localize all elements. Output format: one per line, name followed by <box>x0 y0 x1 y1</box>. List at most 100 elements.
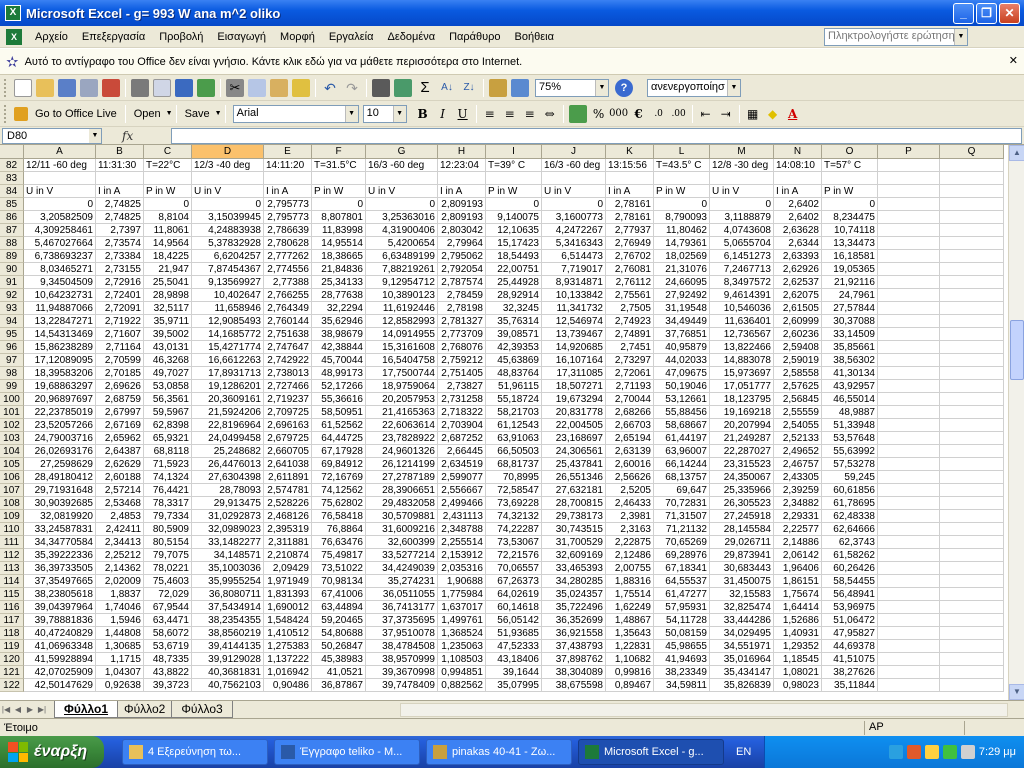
table-cell[interactable]: 22,23785019 <box>24 406 96 419</box>
table-cell[interactable]: 32,3245 <box>486 302 542 315</box>
table-cell[interactable]: 1,48867 <box>606 614 654 627</box>
table-cell[interactable] <box>878 458 940 471</box>
decrease-indent-icon[interactable]: ⇤ <box>696 104 716 124</box>
table-cell[interactable]: 29,913475 <box>192 497 264 510</box>
table-cell[interactable]: 44,02033 <box>654 354 710 367</box>
table-cell[interactable]: 16,18581 <box>822 250 878 263</box>
column-header[interactable]: P <box>878 145 940 159</box>
table-cell[interactable]: 36,921558 <box>542 627 606 640</box>
table-cell[interactable]: 37,3735695 <box>366 614 438 627</box>
table-cell[interactable]: 55,18724 <box>486 393 542 406</box>
table-cell[interactable]: 48,7335 <box>144 653 192 666</box>
table-cell[interactable]: 62,64666 <box>822 523 878 536</box>
table-cell[interactable]: 31,19548 <box>654 302 710 315</box>
row-header[interactable]: 117 <box>0 614 24 627</box>
table-cell[interactable]: 45,98655 <box>654 640 710 653</box>
table-cell[interactable]: 3,1188879 <box>710 211 774 224</box>
table-cell[interactable]: 32,2294 <box>312 302 366 315</box>
table-cell[interactable]: 24,79003716 <box>24 432 96 445</box>
table-cell[interactable]: 2,46433 <box>606 497 654 510</box>
table-cell[interactable]: 1,368524 <box>438 627 486 640</box>
open-icon[interactable] <box>36 78 54 97</box>
table-cell[interactable]: 2,39259 <box>774 484 822 497</box>
table-cell[interactable] <box>940 276 1004 289</box>
table-cell[interactable]: 11,6192446 <box>366 302 438 315</box>
table-cell[interactable]: 53,0858 <box>144 380 192 393</box>
table-cell[interactable] <box>878 380 940 393</box>
table-cell[interactable]: 27,6304398 <box>192 471 264 484</box>
table-cell[interactable] <box>940 458 1004 471</box>
row-header[interactable]: 84 <box>0 185 24 198</box>
table-cell[interactable] <box>940 328 1004 341</box>
column-header[interactable]: M <box>710 145 774 159</box>
table-cell[interactable]: 67,17928 <box>312 445 366 458</box>
table-cell[interactable]: 72,21576 <box>486 549 542 562</box>
table-cell[interactable]: 72,16769 <box>312 471 366 484</box>
table-cell[interactable] <box>940 224 1004 237</box>
table-cell[interactable]: 2,773709 <box>438 328 486 341</box>
table-cell[interactable]: 54,11728 <box>654 614 710 627</box>
table-cell[interactable]: 38,4784508 <box>366 640 438 653</box>
table-cell[interactable] <box>940 666 1004 679</box>
table-cell[interactable]: 2,70044 <box>606 393 654 406</box>
table-cell[interactable]: 2,79964 <box>438 237 486 250</box>
row-header[interactable]: 105 <box>0 458 24 471</box>
table-cell[interactable] <box>878 640 940 653</box>
table-cell[interactable]: 1,35643 <box>606 627 654 640</box>
table-cell[interactable]: 5,0655704 <box>710 237 774 250</box>
table-cell[interactable]: 11,94887066 <box>24 302 96 315</box>
table-cell[interactable] <box>940 562 1004 575</box>
table-cell[interactable]: 71,5923 <box>144 458 192 471</box>
comma-style-icon[interactable]: 000 <box>609 104 629 124</box>
table-cell[interactable]: 13,34473 <box>822 237 878 250</box>
table-cell[interactable]: 17,311085 <box>542 367 606 380</box>
genuine-office-infobar[interactable]: ✫ Αυτό το αντίγραφο του Office δεν είναι… <box>0 49 1024 75</box>
table-cell[interactable]: 2,751405 <box>438 367 486 380</box>
table-cell[interactable]: 5,4200654 <box>366 237 438 250</box>
table-cell[interactable]: 1,637017 <box>438 601 486 614</box>
table-cell[interactable]: 61,52562 <box>312 419 366 432</box>
table-cell[interactable]: 39,04397964 <box>24 601 96 614</box>
sheet-tab-3[interactable]: Φύλλο3 <box>171 701 233 718</box>
table-cell[interactable]: 79,7075 <box>144 549 192 562</box>
table-cell[interactable]: 42,38844 <box>312 341 366 354</box>
table-cell[interactable]: 2,7451 <box>606 341 654 354</box>
table-cell[interactable]: 2,742922 <box>264 354 312 367</box>
table-cell[interactable]: P in W <box>312 185 366 198</box>
table-cell[interactable]: 2,53468 <box>96 497 144 510</box>
table-cell[interactable]: 27,92492 <box>654 289 710 302</box>
table-cell[interactable]: 18,123795 <box>710 393 774 406</box>
table-cell[interactable]: 64,02619 <box>486 588 542 601</box>
column-header[interactable]: E <box>264 145 312 159</box>
table-cell[interactable]: 61,12543 <box>486 419 542 432</box>
table-cell[interactable] <box>878 679 940 692</box>
save-icon[interactable] <box>58 78 76 97</box>
table-cell[interactable]: 2,57214 <box>96 484 144 497</box>
table-cell[interactable]: 2,760144 <box>264 315 312 328</box>
chevron-down-icon[interactable]: ▼ <box>727 79 740 96</box>
table-cell[interactable]: T=43.5° C <box>654 159 710 172</box>
table-cell[interactable]: 24,350067 <box>710 471 774 484</box>
table-cell[interactable]: 57,53278 <box>822 458 878 471</box>
table-cell[interactable]: 50,19046 <box>654 380 710 393</box>
table-cell[interactable]: 20,96897697 <box>24 393 96 406</box>
table-cell[interactable]: 2,59019 <box>774 354 822 367</box>
fill-color-icon[interactable]: ◆ <box>763 104 783 124</box>
table-cell[interactable]: 2,70599 <box>96 354 144 367</box>
row-header[interactable]: 96 <box>0 341 24 354</box>
table-cell[interactable]: 36,352699 <box>542 614 606 627</box>
spreadsheet-grid[interactable]: A B C D E F G H I J K L M N O P Q 82 12/11 -60 deg 11:31:30… <box>0 145 1008 700</box>
table-cell[interactable]: 18,507271 <box>542 380 606 393</box>
last-sheet-icon[interactable]: ▶| <box>36 703 48 717</box>
table-cell[interactable]: 51,33948 <box>822 419 878 432</box>
table-cell[interactable]: 38,27626 <box>822 666 878 679</box>
table-cell[interactable]: I in A <box>96 185 144 198</box>
table-cell[interactable]: 2,46757 <box>774 458 822 471</box>
table-cell[interactable]: 2,73297 <box>606 354 654 367</box>
print-icon[interactable] <box>131 78 149 97</box>
column-header[interactable]: N <box>774 145 822 159</box>
scroll-down-icon[interactable]: ▼ <box>1009 684 1024 700</box>
table-cell[interactable]: 2,65194 <box>606 432 654 445</box>
table-cell[interactable]: 2,14362 <box>96 562 144 575</box>
table-cell[interactable]: 50,08159 <box>654 627 710 640</box>
